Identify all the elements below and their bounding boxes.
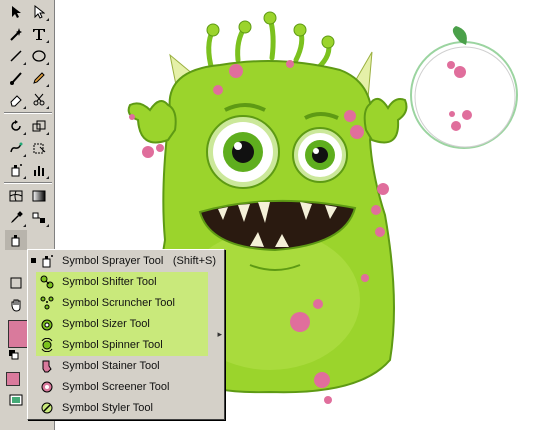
free-transform-tool[interactable]	[28, 138, 50, 158]
spinner-icon	[38, 337, 56, 353]
menu-item-symbol-sprayer[interactable]: Symbol Sprayer Tool (Shift+S)	[38, 250, 222, 271]
menu-item-symbol-shifter[interactable]: Symbol Shifter Tool	[38, 271, 222, 292]
magic-wand-tool[interactable]	[5, 24, 27, 44]
mesh-tool[interactable]	[5, 186, 27, 206]
gradient-icon	[32, 190, 46, 202]
hand-icon	[11, 299, 21, 312]
scale-icon	[32, 120, 46, 132]
selection-arrow-icon	[12, 6, 21, 18]
pencil-tool[interactable]	[28, 68, 50, 88]
warp-icon	[10, 142, 23, 153]
menu-item-label: Symbol Styler Tool	[62, 401, 153, 414]
menu-item-symbol-stainer[interactable]: Symbol Stainer Tool	[38, 355, 222, 376]
ellipse-icon	[32, 50, 46, 62]
menu-item-label: Symbol Stainer Tool	[62, 359, 160, 372]
slice-icon	[10, 277, 22, 289]
slice-tool[interactable]	[5, 273, 27, 293]
blend-icon	[32, 212, 45, 223]
line-segment-icon	[10, 50, 22, 62]
column-graph-icon	[34, 166, 44, 176]
symbol-sprayer-icon	[11, 235, 20, 247]
eraser-tool[interactable]	[5, 90, 27, 110]
warp-tool[interactable]	[5, 138, 27, 158]
sprayer-icon	[38, 253, 56, 269]
default-colors-icon[interactable]	[8, 350, 20, 360]
stainer-icon	[38, 358, 56, 374]
tearoff-arrow-icon[interactable]: ▸	[217, 330, 222, 340]
type-tool[interactable]	[28, 24, 50, 44]
line-tool[interactable]	[5, 46, 27, 66]
menu-item-label: Symbol Sprayer Tool	[62, 254, 164, 267]
blend-tool[interactable]	[28, 208, 50, 228]
type-icon	[33, 29, 45, 40]
active-symbol-tool[interactable]	[5, 230, 27, 250]
selected-bullet-icon	[31, 258, 36, 263]
hand-tool[interactable]	[5, 295, 27, 315]
sizer-icon	[38, 316, 56, 332]
selection-tool[interactable]	[5, 2, 27, 22]
screen-mode-button[interactable]	[5, 390, 27, 410]
column-graph-tool[interactable]	[28, 160, 50, 180]
paintbrush-tool[interactable]	[5, 68, 27, 88]
menu-item-symbol-spinner[interactable]: Symbol Spinner Tool	[38, 334, 222, 355]
mesh-icon	[9, 190, 23, 202]
menu-item-label: Symbol Screener Tool	[62, 380, 170, 393]
menu-item-label: Symbol Scruncher Tool	[62, 296, 175, 309]
screen-mode-icon	[9, 394, 23, 406]
shifter-icon	[38, 274, 56, 290]
menu-item-label: Symbol Spinner Tool	[62, 338, 163, 351]
fill-color-swatch[interactable]	[8, 320, 28, 348]
menu-item-symbol-sizer[interactable]: Symbol Sizer Tool	[38, 313, 222, 334]
free-transform-icon	[33, 143, 46, 154]
eyedropper-tool[interactable]	[5, 208, 27, 228]
rotate-icon	[11, 120, 21, 131]
scruncher-icon	[38, 295, 56, 311]
eyedropper-icon	[11, 211, 23, 223]
menu-item-shortcut: (Shift+S)	[172, 254, 216, 267]
paintbrush-icon	[10, 72, 22, 85]
screener-icon	[38, 379, 56, 395]
gradient-tool[interactable]	[28, 186, 50, 206]
menu-item-symbol-scruncher[interactable]: Symbol Scruncher Tool	[38, 292, 222, 313]
color-mode-button[interactable]	[6, 372, 20, 386]
eraser-icon	[10, 95, 22, 107]
scale-tool[interactable]	[28, 116, 50, 136]
pencil-icon	[33, 72, 45, 84]
symbol-sprayer-tool[interactable]	[5, 160, 27, 180]
rotate-tool[interactable]	[5, 116, 27, 136]
magic-wand-icon	[10, 28, 22, 41]
direct-selection-tool[interactable]	[28, 2, 50, 22]
menu-item-label: Symbol Shifter Tool	[62, 275, 157, 288]
scissors-tool[interactable]	[28, 90, 50, 110]
symbol-sprayer-icon	[11, 164, 22, 177]
styler-icon	[38, 400, 56, 416]
scissors-icon	[33, 93, 45, 106]
symbol-tools-flyout: Symbol Sprayer Tool (Shift+S) Symbol Shi…	[27, 249, 225, 420]
menu-item-symbol-screener[interactable]: Symbol Screener Tool	[38, 376, 222, 397]
menu-item-symbol-styler[interactable]: Symbol Styler Tool	[38, 397, 222, 418]
menu-item-label: Symbol Sizer Tool	[62, 317, 150, 330]
direct-select-icon	[34, 5, 45, 19]
ellipse-tool[interactable]	[28, 46, 50, 66]
